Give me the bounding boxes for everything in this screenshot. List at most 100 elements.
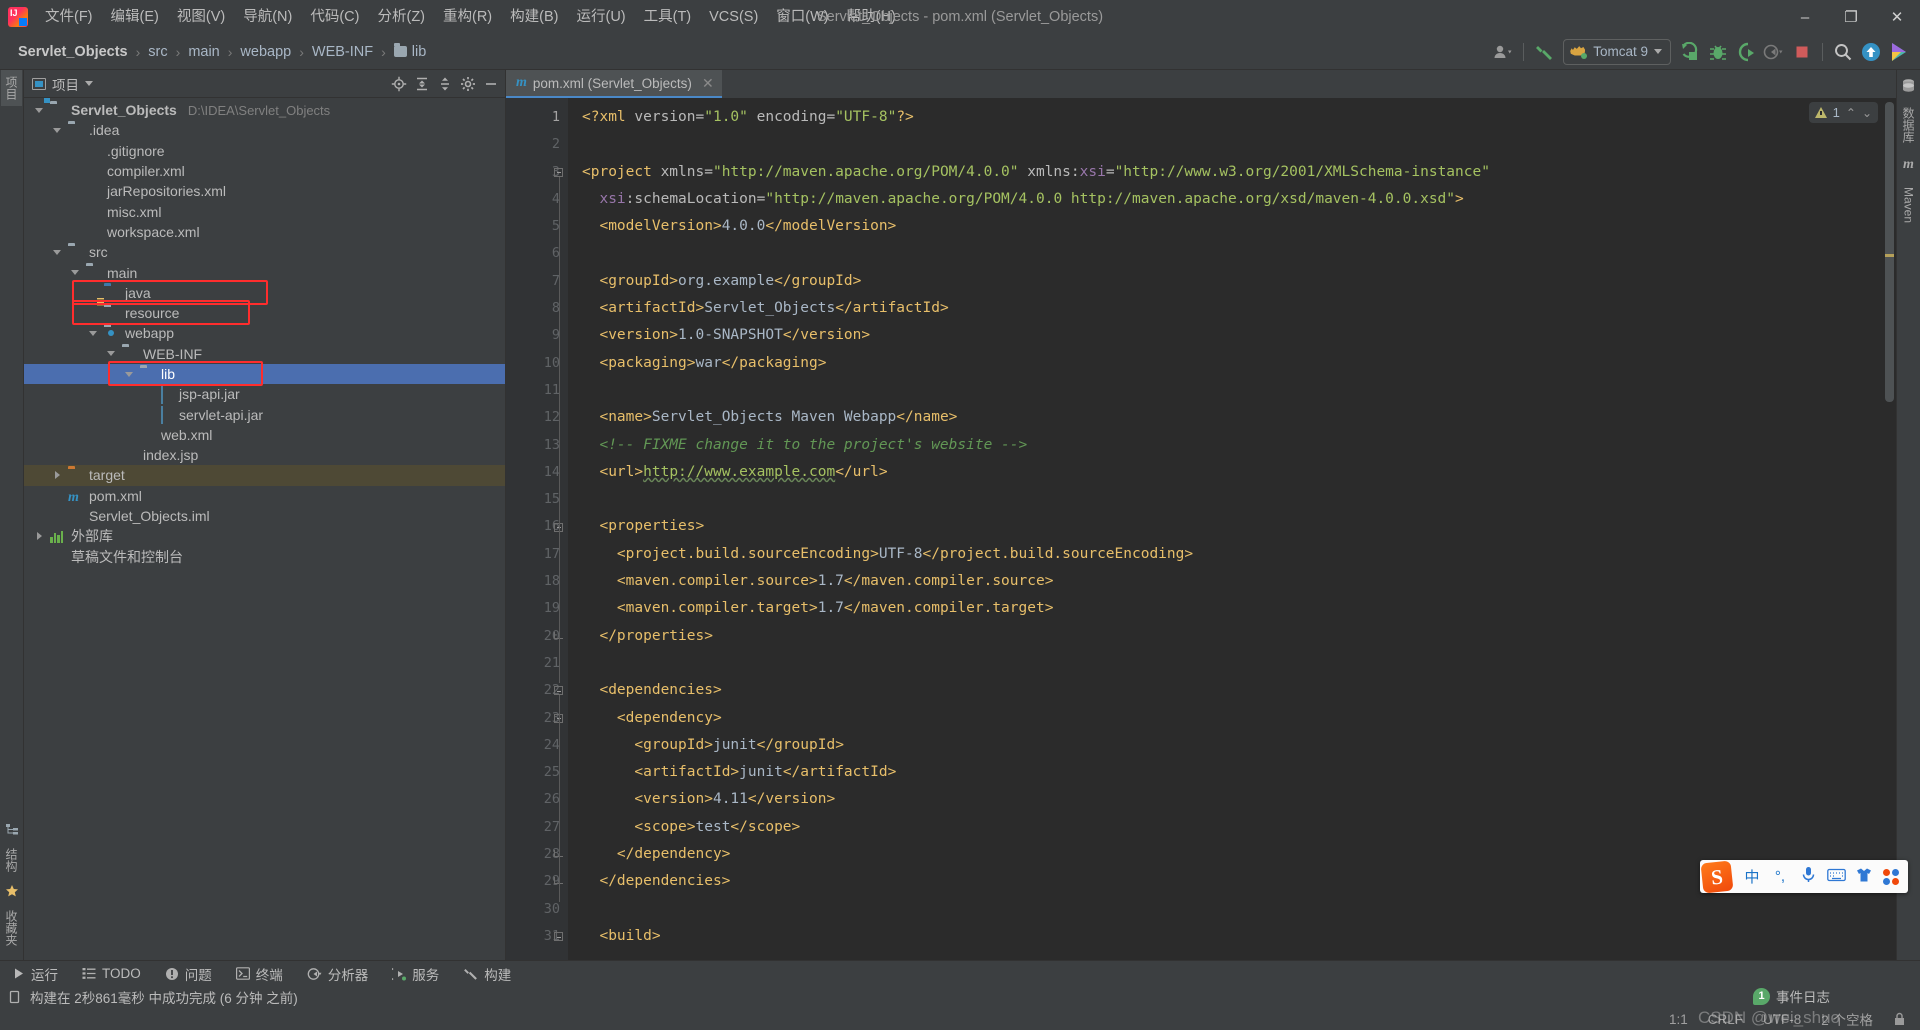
tree-node-web-inf[interactable]: WEB-INF [24,344,506,364]
ime-punctuation-toggle[interactable]: °, [1766,868,1794,885]
menu-item-2[interactable]: 视图(V) [168,4,234,30]
chevron-right-icon[interactable] [52,470,63,481]
chevron-down-icon[interactable] [85,81,93,86]
hide-panel-icon[interactable] [480,73,502,95]
chevron-down-icon[interactable]: ⌄ [1862,106,1872,120]
tree-node-jsp-api-jar[interactable]: jsp-api.jar [24,384,506,404]
breadcrumb-item-lib[interactable]: lib [390,43,431,61]
profiler-icon[interactable] [1761,39,1787,65]
database-icon[interactable] [1901,78,1916,93]
build-hammer-icon[interactable] [1531,39,1557,65]
breadcrumb-item-webapp[interactable]: webapp [236,43,295,61]
tree-node-lib[interactable]: lib [24,363,506,385]
menu-item-9[interactable]: 工具(T) [635,4,701,30]
tree-node-webapp[interactable]: webapp [24,323,506,343]
breadcrumb-item-main[interactable]: main [184,43,223,61]
tool-window-button-5[interactable]: 服务 [380,962,451,986]
tool-window-button-4[interactable]: 分析器 [295,962,381,986]
tree-node--gitignore[interactable]: .gitignore [24,141,506,161]
close-button[interactable]: ✕ [1874,0,1920,34]
tool-window-button-3[interactable]: 终端 [224,962,295,986]
project-tree[interactable]: Servlet_Objects D:\IDEA\Servlet_Objects .i… [24,98,506,960]
structure-icon[interactable] [5,822,19,836]
fold-collapse-icon[interactable] [554,932,563,941]
editor-scrollbar[interactable] [1882,98,1896,960]
tool-window-tab-database[interactable]: 数据库 [1898,101,1919,149]
breadcrumb-item-web-inf[interactable]: WEB-INF [308,43,377,61]
run-with-coverage-icon[interactable] [1733,39,1759,65]
run-configuration-selector[interactable]: Tomcat 9 [1563,38,1671,65]
sogou-logo-icon[interactable]: S [1700,860,1734,893]
tree-node-servlet-api-jar[interactable]: servlet-api.jar [24,404,506,425]
menu-item-4[interactable]: 代码(C) [301,4,368,30]
indent-setting[interactable]: 2 个空格 [1821,1009,1873,1029]
skin-icon[interactable] [1850,867,1878,887]
toolbox-icon[interactable] [1883,868,1899,885]
chevron-down-icon[interactable] [34,105,45,116]
breadcrumb-item-src[interactable]: src [144,43,171,61]
editor-tab-pom-xml[interactable]: m pom.xml (Servlet_Objects) ✕ [506,70,722,98]
scrollbar-thumb[interactable] [1885,102,1894,402]
breadcrumb-item-servlet-objects[interactable]: Servlet_Objects [14,43,132,61]
menu-item-7[interactable]: 构建(B) [501,4,567,30]
code-token-lnk[interactable]: http://www.example.com [643,464,835,480]
menu-item-6[interactable]: 重构(R) [434,4,501,30]
menu-item-3[interactable]: 导航(N) [234,4,301,30]
tree-node--idea[interactable]: .idea [24,120,506,140]
tree-node-compiler-xml[interactable]: <> compiler.xml [24,161,506,181]
chevron-up-icon[interactable]: ⌃ [1846,106,1856,120]
chevron-down-icon[interactable] [52,125,63,136]
tree-node-jarrepositories-xml[interactable]: <> jarRepositories.xml [24,181,506,201]
chevron-down-icon[interactable] [106,348,117,359]
tree-node-resource[interactable]: resource [24,303,506,323]
tree-node-servlet-objects[interactable]: Servlet_Objects D:\IDEA\Servlet_Objects [24,100,506,120]
chevron-down-icon[interactable] [70,267,81,278]
menu-item-0[interactable]: 文件(F) [36,4,102,30]
tool-window-button-0[interactable]: 运行 [0,962,70,986]
inspection-widget[interactable]: 1 ⌃ ⌄ [1808,102,1878,123]
menu-item-10[interactable]: VCS(S) [700,4,767,30]
warning-stripe-mark[interactable] [1885,254,1894,257]
settings-gear-icon[interactable] [457,73,479,95]
chevron-down-icon[interactable] [88,328,99,339]
menu-item-8[interactable]: 运行(U) [567,4,634,30]
close-icon[interactable]: ✕ [702,75,714,92]
expand-all-icon[interactable] [411,73,433,95]
tree-node-web-xml[interactable]: <☉ web.xml [24,425,506,445]
fold-collapse-icon[interactable] [554,167,563,177]
caret-position[interactable]: 1:1 [1669,1012,1688,1027]
tree-node-main[interactable]: main [24,262,506,282]
ime-mode-toggle[interactable]: 中 [1738,866,1766,887]
tool-window-button-1[interactable]: TODO [70,964,153,983]
project-panel-title[interactable]: 项目 [32,74,93,94]
maximize-button[interactable]: ❐ [1828,0,1874,34]
chevron-down-icon[interactable] [124,369,135,380]
user-avatar-icon[interactable] [1490,39,1516,65]
event-log-widget[interactable]: 1 事件日志 [1753,986,1830,1006]
tree-node-index-jsp[interactable]: JSP index.jsp [24,445,506,465]
fold-collapse-icon[interactable] [554,686,563,696]
menu-item-1[interactable]: 编辑(E) [102,4,168,30]
line-separator[interactable]: CRLF [1708,1012,1743,1027]
stop-icon[interactable] [1789,39,1815,65]
sogou-ime-toolbar[interactable]: S 中 °, [1700,860,1908,893]
debug-icon[interactable] [1705,39,1731,65]
menu-item-5[interactable]: 分析(Z) [368,4,434,30]
idea-feature-icon[interactable] [1886,39,1912,65]
tree-node-misc-xml[interactable]: <> misc.xml [24,201,506,221]
lock-icon[interactable] [1893,1012,1906,1026]
tool-window-button-6[interactable]: 构建 [451,962,523,986]
locate-icon[interactable] [388,73,410,95]
search-everywhere-icon[interactable] [1830,39,1856,65]
line-number-gutter[interactable]: 1 2 3 4 5 6 7 8 9 10 11 12 13 14 15 16 17 18 19 20 21 22 23 24 2… [506,98,568,960]
chevron-down-icon[interactable] [52,247,63,258]
run-icon[interactable] [1677,39,1703,65]
update-project-icon[interactable] [1858,39,1884,65]
code-content[interactable]: <?xml version="1.0" encoding="UTF-8"?> <… [568,98,1896,960]
chevron-right-icon[interactable] [34,531,45,542]
menu-item-12[interactable]: 帮助(H) [838,4,905,30]
tree-node-workspace-xml[interactable]: <> workspace.xml [24,222,506,242]
file-encoding[interactable]: UTF-8 [1763,1012,1801,1027]
tree-node--[interactable]: 草稿文件和控制台 [24,547,506,567]
minimize-button[interactable]: – [1782,0,1828,34]
